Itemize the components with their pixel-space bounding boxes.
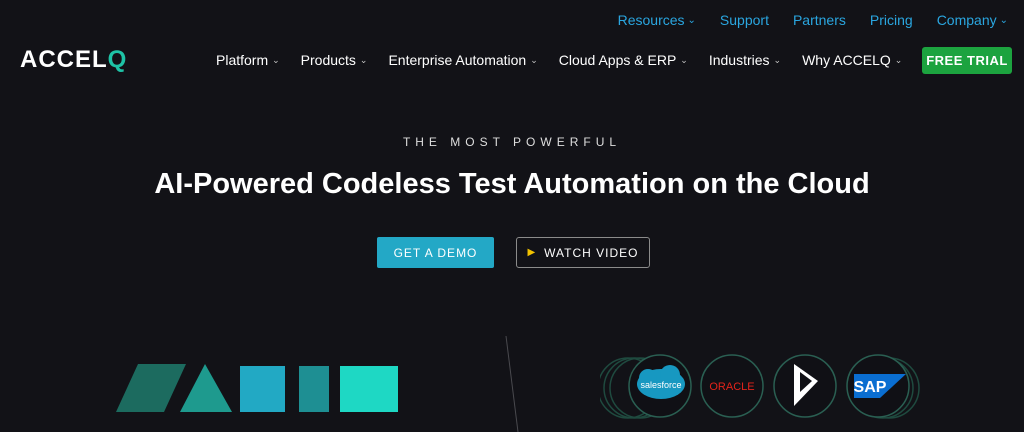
chevron-down-icon: ⌄ bbox=[272, 54, 280, 65]
divider-line bbox=[505, 336, 519, 432]
chevron-down-icon: ⌄ bbox=[680, 54, 688, 65]
get-demo-button[interactable]: GET A DEMO bbox=[377, 237, 494, 268]
nav-item-cloud-apps-erp[interactable]: Cloud Apps & ERP ⌄ bbox=[559, 52, 688, 68]
chevron-down-icon: ⌄ bbox=[773, 54, 782, 65]
chevron-down-icon: ⌄ bbox=[894, 54, 903, 65]
square-shape-3 bbox=[340, 366, 398, 412]
svg-text:ORACLE: ORACLE bbox=[709, 381, 754, 393]
chevron-down-icon: ⌄ bbox=[530, 54, 538, 65]
nav-item-platform[interactable]: Platform ⌄ bbox=[216, 52, 280, 68]
top-link-company[interactable]: Company ⌄ bbox=[937, 12, 1008, 28]
svg-text:SAP: SAP bbox=[854, 379, 887, 396]
parallelogram-shape bbox=[116, 364, 186, 412]
nav-item-why-accelq[interactable]: Why ACCELQ ⌄ bbox=[802, 52, 902, 68]
chevron-down-icon: ⌄ bbox=[687, 14, 696, 26]
decorative-shapes bbox=[116, 364, 398, 412]
sap-logo: SAP bbox=[846, 354, 920, 419]
svg-text:salesforce: salesforce bbox=[640, 380, 681, 390]
top-link-pricing[interactable]: Pricing bbox=[870, 12, 913, 28]
salesforce-logo: salesforce bbox=[600, 354, 692, 419]
utility-nav: Resources ⌄ Support Partners Pricing Comp… bbox=[618, 12, 1008, 28]
main-nav: Platform ⌄ Products ⌄ Enterprise Automatio… bbox=[216, 52, 923, 68]
chevron-down-icon: ⌄ bbox=[359, 54, 368, 65]
top-link-resources[interactable]: Resources ⌄ bbox=[618, 12, 696, 28]
watch-video-button[interactable]: ▶ WATCH VIDEO bbox=[516, 237, 650, 268]
oracle-logo: ORACLE bbox=[700, 354, 764, 418]
top-link-support[interactable]: Support bbox=[720, 12, 769, 28]
play-icon: ▶ bbox=[527, 247, 537, 258]
partner-logos: salesforce ORACLE SAP bbox=[600, 354, 920, 419]
square-shape-2 bbox=[299, 366, 329, 412]
square-shape-1 bbox=[240, 366, 285, 412]
nav-item-enterprise-automation[interactable]: Enterprise Automation ⌄ bbox=[388, 52, 537, 68]
top-link-partners[interactable]: Partners bbox=[793, 12, 846, 28]
nav-item-products[interactable]: Products ⌄ bbox=[301, 52, 368, 68]
free-trial-button[interactable]: FREE TRIAL bbox=[922, 47, 1012, 74]
hero-headline: AI-Powered Codeless Test Automation on t… bbox=[154, 168, 870, 200]
dynamics-logo bbox=[773, 354, 837, 418]
triangle-shape bbox=[180, 364, 232, 412]
nav-item-industries[interactable]: Industries ⌄ bbox=[709, 52, 781, 68]
hero-eyebrow: THE MOST POWERFUL bbox=[402, 135, 622, 149]
accelq-logo[interactable]: ACCELQ bbox=[20, 46, 127, 74]
chevron-down-icon: ⌄ bbox=[999, 14, 1008, 26]
